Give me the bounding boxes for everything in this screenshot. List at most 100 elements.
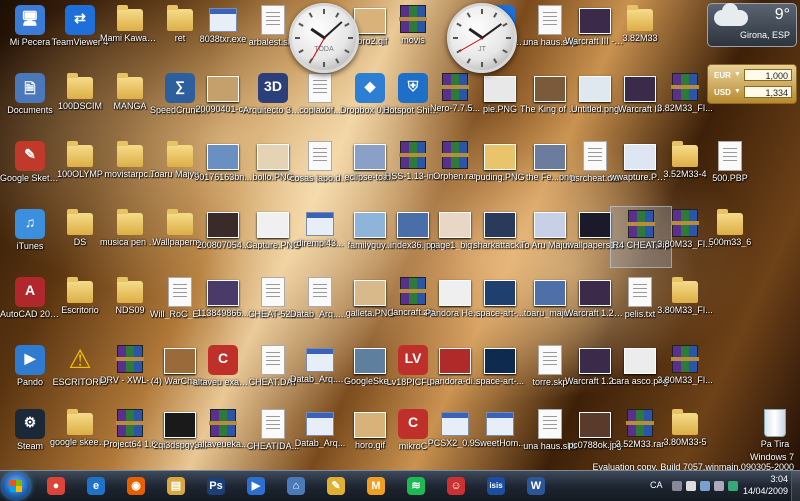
winrar-icon [116,409,144,437]
image-icon [257,144,289,170]
currency-code: EUR [714,71,731,80]
clock-gadget[interactable]: JT [447,3,517,73]
cloud-icon [714,3,748,26]
currency-gadget[interactable]: EUR ▼ 1,000 USD ▼ 1,334 [707,64,797,104]
taskbar-spotify-button[interactable]: ≋ [398,473,434,499]
clock-tick [506,37,511,39]
system-tray: CA 3:04 14/04/2009 [650,471,800,501]
taskbar-windows-media-player-button[interactable]: ▶ [238,473,274,499]
taskbar-messenger-button[interactable]: M [358,473,394,499]
scroll-icon [164,348,196,374]
volume-icon[interactable] [714,481,724,491]
folder-icon [672,409,698,435]
clock-tick [323,62,325,67]
weather-gadget[interactable]: 9° Girona, ESP [707,3,797,47]
taskbar-firefox-button[interactable]: ◉ [118,473,154,499]
teamviewer-icon: ⇄ [65,5,95,35]
mikroc-icon: C [398,409,428,439]
image-icon [354,144,386,170]
arquitecto-3d-icon: 3D [258,73,288,103]
taskbar-internet-explorer-button[interactable]: e [78,473,114,499]
currency-value[interactable]: 1,334 [744,86,792,98]
currency-value[interactable]: 1,000 [744,69,792,81]
flag-icon[interactable] [686,481,696,491]
desktop-icon[interactable]: 3.82M33 [610,2,670,62]
winrar-icon [116,345,144,373]
windows-watermark: Windows 7 Evaluation copy. Build 7057.wi… [593,452,794,470]
desktop[interactable]: 🖥Mi Pecera⇄TeamViewer 4Mami Kawada - ...… [0,0,800,470]
image-icon [484,212,516,238]
clock-tick [295,37,300,39]
taskbar-game-button[interactable]: ☺ [438,473,474,499]
warcraft-icon [624,76,656,102]
installer-icon [486,412,514,436]
folder-icon [672,141,698,167]
clock-tick [335,58,340,64]
file-icon [308,277,332,307]
chrome-icon: ● [47,477,65,495]
show-hidden-icons-icon[interactable] [672,481,682,491]
desktop-icon[interactable]: movis [383,2,443,62]
taskbar-pencil-app-button[interactable]: ✎ [318,473,354,499]
taskbar-network-button[interactable]: ⌂ [278,473,314,499]
desktop-icon[interactable]: 3.80M33_FI... [655,342,715,402]
clock-tick [344,22,350,27]
file-icon [261,277,285,307]
desktop-icon-label: 500m33_6 [708,237,752,247]
folder-icon [627,5,653,31]
game-icon: ☺ [447,477,465,495]
image-icon [534,144,566,170]
autocad-icon: A [15,277,45,307]
dropdown-arrow-icon[interactable]: ▼ [734,71,741,78]
folder-icon [67,409,93,435]
file-icon [583,141,607,171]
pdf-icon [439,212,471,238]
start-button[interactable] [2,473,30,499]
clock-tick [298,22,304,27]
taskbar-photoshop-button[interactable]: Ps [198,473,234,499]
recycle-bin-icon [764,409,786,437]
taskbar-clock-date[interactable]: 14/04/2009 [743,486,788,496]
desktop-icon[interactable]: 500m33_6 [700,206,760,266]
warcraft-icon [579,8,611,34]
clock-tick [453,37,458,39]
winrar-icon [399,277,427,305]
taskbar-explorer-button[interactable]: ▤ [158,473,194,499]
image-icon [354,412,386,438]
taskbar-isis-button[interactable]: isis [478,473,514,499]
dropdown-arrow-icon[interactable]: ▼ [734,88,741,95]
desktop-icon[interactable]: 3.80M33_FI... [655,274,715,334]
file-icon [718,141,742,171]
folder-icon [672,277,698,303]
image-icon [534,212,566,238]
clock-tick [493,12,498,18]
show-desktop-button[interactable] [791,471,800,501]
file-icon [261,345,285,375]
language-indicator[interactable]: CA [650,480,663,490]
desktop-icon[interactable]: 3.82M33_FI... [655,70,715,130]
desktop-icon[interactable]: 500.PBP [700,138,760,198]
image-icon [484,348,516,374]
image-icon [354,212,386,238]
installer-icon [306,212,334,236]
text-file-icon [628,277,652,307]
warning-icon: ⚠ [68,344,92,374]
firefox-icon: ◉ [127,477,145,495]
folder-icon [67,209,93,235]
internet-explorer-icon: e [87,477,105,495]
weather-temperature: 9° [774,6,790,23]
taskbar-clock-time[interactable]: 3:04 [770,474,788,484]
spotify-icon: ≋ [407,477,425,495]
taskbar-chrome-button[interactable]: ● [38,473,74,499]
taskbar-word-button[interactable]: W [518,473,554,499]
image-icon [624,144,656,170]
installer-icon [306,348,334,372]
tray-app-icon[interactable] [728,481,738,491]
folder-icon [167,141,193,167]
taskbar: ● e ◉ ▤ Ps ▶ ⌂ ✎ M ≋ ☺ isis W CA 3:04 14/04/2009 [0,470,800,501]
clock-gadget[interactable]: TODA [289,3,359,73]
watermark-line: Evaluation copy. Build 7057.winmain.0903… [592,462,794,470]
network-icon[interactable] [700,481,710,491]
clock-tick [481,62,483,67]
folder-icon [117,277,143,303]
